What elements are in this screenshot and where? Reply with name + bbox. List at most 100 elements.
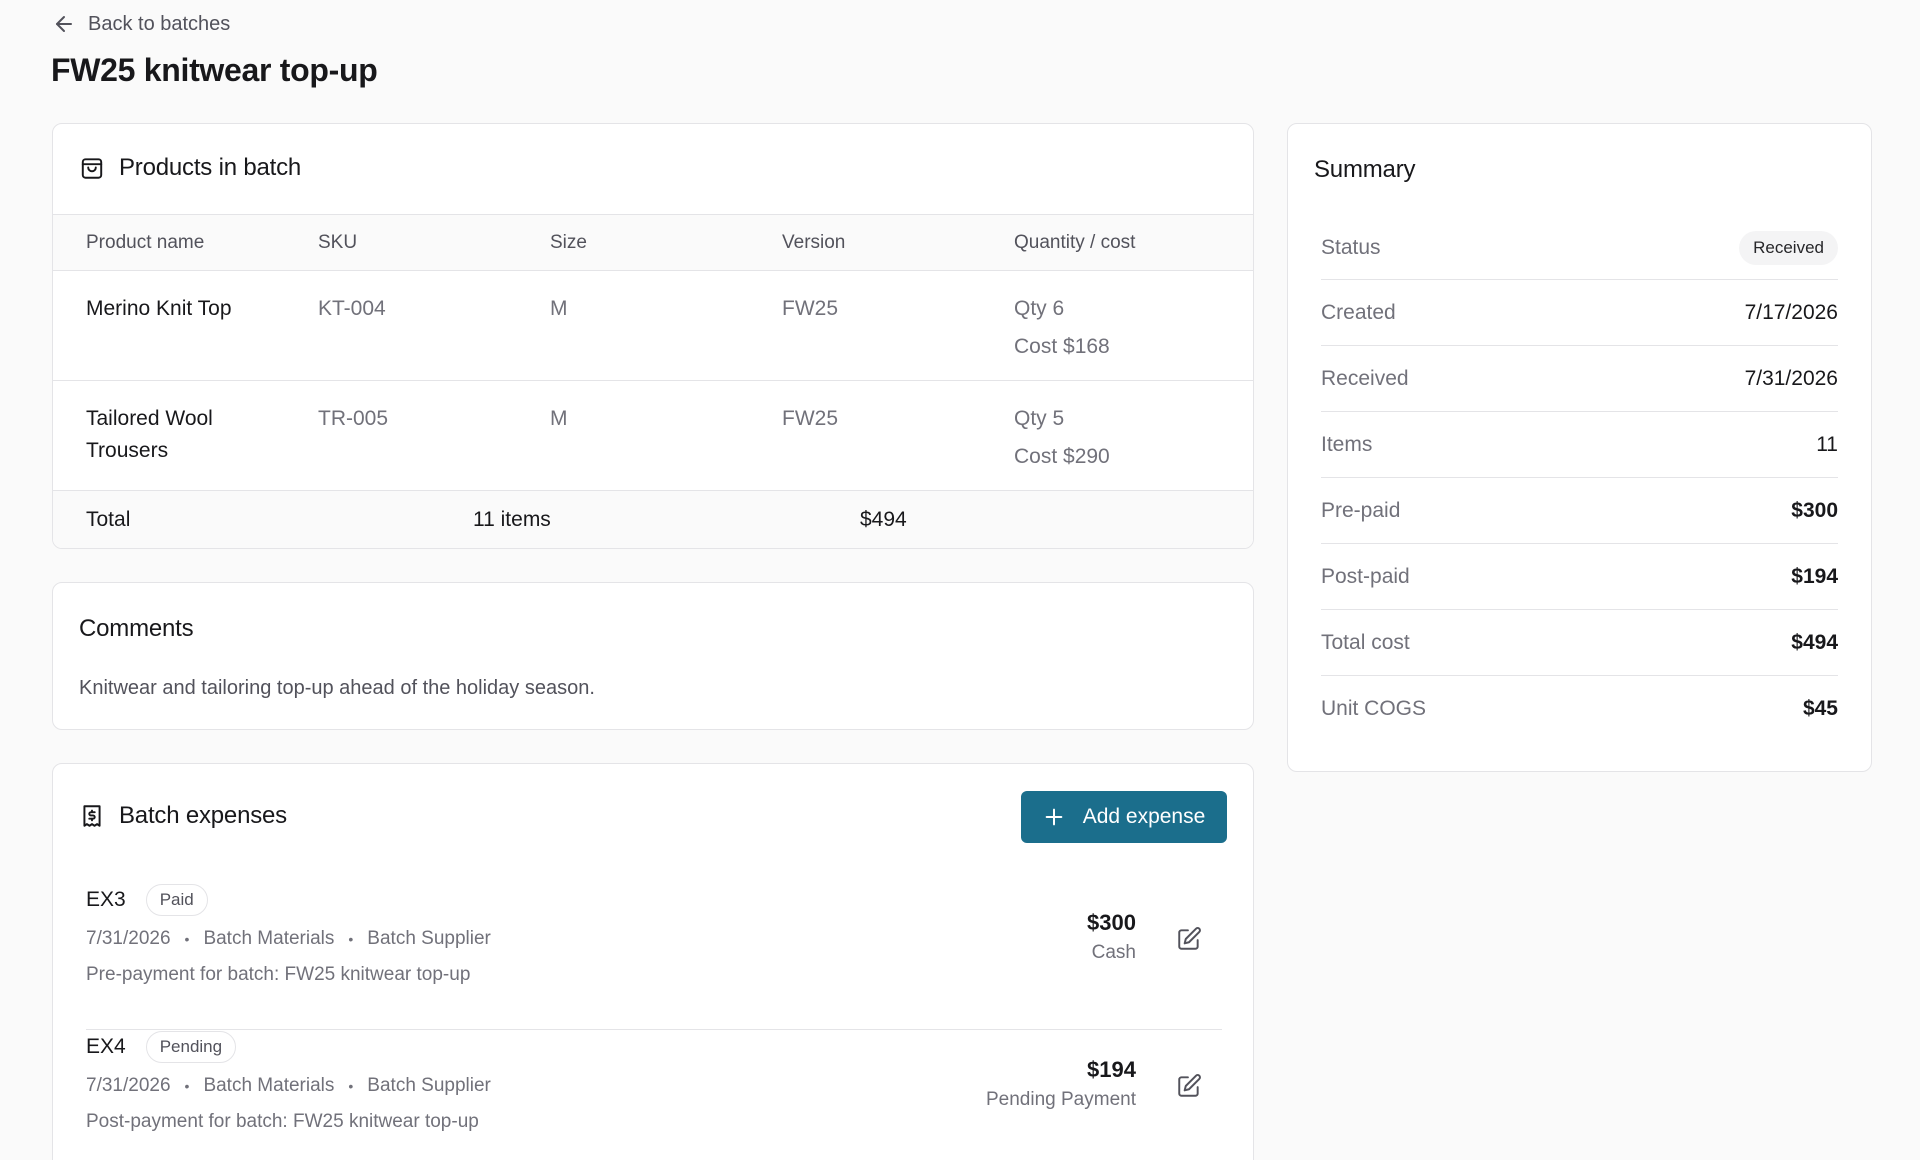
expense-amount: $194 xyxy=(1087,1057,1136,1082)
product-cost: Cost $168 xyxy=(1014,335,1110,358)
edit-expense-button[interactable] xyxy=(1172,922,1206,956)
total-amount: $494 xyxy=(860,508,907,531)
expense-category: Batch Materials xyxy=(203,1075,335,1096)
summary-label: Unit COGS xyxy=(1321,697,1427,720)
product-version: FW25 xyxy=(782,407,839,430)
expense-date: 7/31/2026 xyxy=(86,928,171,949)
summary-label: Post-paid xyxy=(1321,564,1410,588)
expense-category: Batch Materials xyxy=(203,928,335,949)
separator-dot: • xyxy=(348,931,354,947)
summary-row-status: Status Received xyxy=(1321,216,1838,280)
expense-supplier: Batch Supplier xyxy=(367,928,491,949)
product-name: Tailored Wool Trousers xyxy=(86,407,213,462)
expenses-header: Batch expenses xyxy=(79,802,287,830)
summary-label: Items xyxy=(1321,432,1373,456)
column-header: SKU xyxy=(318,231,358,253)
product-size: M xyxy=(550,407,568,430)
summary-value: $300 xyxy=(1791,498,1838,522)
product-cost: Cost $290 xyxy=(1014,445,1110,468)
expense-date: 7/31/2026 xyxy=(86,1075,171,1096)
expense-method: Cash xyxy=(1091,942,1136,963)
summary-label: Received xyxy=(1321,366,1409,390)
expense-id: EX4 xyxy=(86,1035,126,1058)
product-quantity-cost: Qty 5 Cost $290 xyxy=(1014,400,1253,490)
expense-item: EX3 Paid 7/31/2026 • Batch Materials • B… xyxy=(86,884,1222,1030)
products-title: Products in batch xyxy=(119,154,302,181)
product-sku: KT-004 xyxy=(318,297,386,320)
status-badge: Received xyxy=(1739,230,1838,265)
add-expense-button[interactable]: Add expense xyxy=(1021,791,1227,843)
summary-row: Created 7/17/2026 xyxy=(1321,280,1838,346)
expense-description: Post-payment for batch: FW25 knitwear to… xyxy=(86,1111,479,1132)
summary-row: Post-paid $194 xyxy=(1321,544,1838,610)
add-expense-label: Add expense xyxy=(1082,805,1206,828)
products-total-row: Total 11 items $494 xyxy=(53,491,1253,548)
summary-label: Created xyxy=(1321,300,1396,324)
column-header: Size xyxy=(550,231,587,253)
summary-value: 11 xyxy=(1816,432,1838,456)
product-qty: Qty 6 xyxy=(1014,297,1065,320)
summary-rows: Status Received Created 7/17/2026 Receiv… xyxy=(1321,216,1838,742)
summary-label: Total cost xyxy=(1321,630,1410,654)
summary-value: 7/17/2026 xyxy=(1744,300,1838,324)
edit-expense-button[interactable] xyxy=(1172,1069,1206,1103)
expense-id-line: EX4 Pending xyxy=(86,1031,237,1063)
expense-item: EX4 Pending 7/31/2026 • Batch Materials … xyxy=(86,1031,1222,1160)
comments-text: Knitwear and tailoring top-up ahead of t… xyxy=(79,677,595,699)
shopping-bag-icon xyxy=(81,158,103,179)
product-name: Merino Knit Top xyxy=(86,297,232,320)
separator-dot: • xyxy=(184,1078,190,1094)
summary-value: $194 xyxy=(1791,564,1838,588)
expense-status-badge: Paid xyxy=(145,884,208,916)
product-size: M xyxy=(550,297,568,320)
receipt-icon xyxy=(83,805,101,827)
expense-meta: 7/31/2026 • Batch Materials • Batch Supp… xyxy=(86,928,491,950)
back-link-label: Back to batches xyxy=(88,12,231,35)
total-items: 11 items xyxy=(473,508,551,531)
product-sku: TR-005 xyxy=(318,407,389,430)
comments-card: Comments Knitwear and tailoring top-up a… xyxy=(52,582,1254,730)
table-row: Merino Knit Top KT-004 M FW25 Qty 6 Cost… xyxy=(53,271,1253,381)
column-header: Product name xyxy=(86,231,205,253)
expense-status-badge: Pending xyxy=(145,1031,237,1063)
edit-icon xyxy=(1178,1074,1201,1097)
page-title: FW25 knitwear top-up xyxy=(51,52,378,88)
summary-label: Pre-paid xyxy=(1321,498,1401,522)
expense-amount-block: $194 Pending Payment xyxy=(986,1057,1136,1111)
summary-row: Unit COGS $45 xyxy=(1321,676,1838,742)
separator-dot: • xyxy=(348,1078,354,1094)
comments-title: Comments xyxy=(79,615,194,642)
summary-value: $45 xyxy=(1802,697,1838,720)
products-header: Products in batch xyxy=(79,154,301,182)
product-version: FW25 xyxy=(782,297,839,320)
summary-title: Summary xyxy=(1314,156,1416,183)
summary-card: Summary Status Received Created 7/17/202… xyxy=(1287,123,1872,772)
summary-row: Total cost $494 xyxy=(1321,610,1838,676)
expense-amount-block: $300 Cash xyxy=(1087,910,1136,964)
products-table-header: Product name SKU Size Version Quantity /… xyxy=(53,214,1253,271)
edit-icon xyxy=(1178,927,1201,950)
expense-amount: $300 xyxy=(1087,910,1136,935)
expense-id-line: EX3 Paid xyxy=(86,884,208,916)
table-row: Tailored Wool Trousers TR-005 M FW25 Qty… xyxy=(53,381,1253,491)
column-header: Version xyxy=(782,231,846,253)
summary-row: Received 7/31/2026 xyxy=(1321,346,1838,412)
expense-method: Pending Payment xyxy=(986,1089,1136,1110)
arrow-left-icon xyxy=(56,16,72,32)
summary-value: 7/31/2026 xyxy=(1744,366,1838,390)
product-quantity-cost: Qty 6 Cost $168 xyxy=(1014,290,1253,380)
expense-meta: 7/31/2026 • Batch Materials • Batch Supp… xyxy=(86,1075,491,1097)
expense-description: Pre-payment for batch: FW25 knitwear top… xyxy=(86,964,471,985)
plus-icon xyxy=(1045,808,1063,826)
summary-row: Items 11 xyxy=(1321,412,1838,478)
summary-label: Status xyxy=(1321,235,1381,259)
product-qty: Qty 5 xyxy=(1014,407,1065,430)
expense-id: EX3 xyxy=(86,888,126,911)
back-to-batches-link[interactable]: Back to batches xyxy=(52,12,230,36)
summary-value: $494 xyxy=(1791,630,1838,654)
summary-row: Pre-paid $300 xyxy=(1321,478,1838,544)
products-table: Product name SKU Size Version Quantity /… xyxy=(53,214,1253,548)
products-card: Products in batch Product name SKU Size … xyxy=(52,123,1254,549)
expenses-title: Batch expenses xyxy=(119,802,287,829)
total-label: Total xyxy=(86,508,131,531)
